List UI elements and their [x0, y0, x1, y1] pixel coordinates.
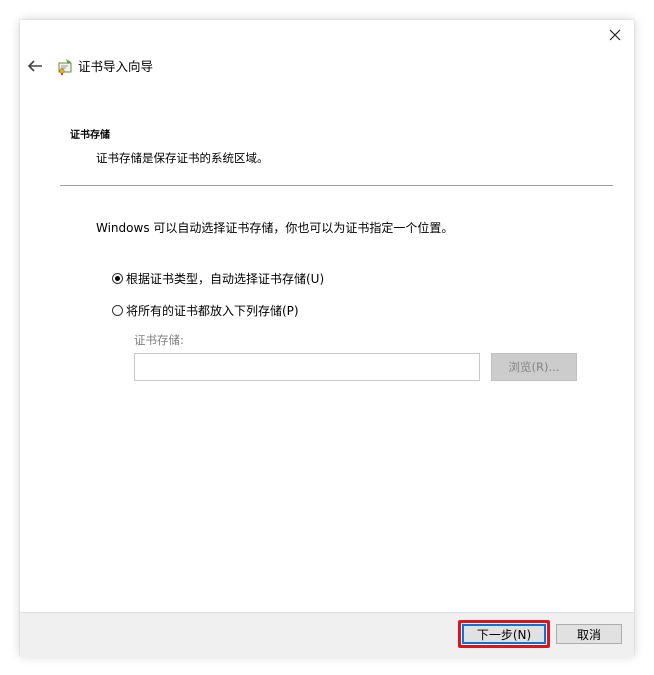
section-description: 证书存储是保存证书的系统区域。: [96, 151, 269, 165]
cancel-button[interactable]: 取消: [556, 624, 622, 644]
back-arrow-icon: [27, 60, 42, 72]
close-icon: [609, 29, 621, 41]
radio-selected-icon[interactable]: [112, 273, 123, 284]
radio-auto-label[interactable]: 根据证书类型，自动选择证书存储(U): [126, 270, 324, 287]
radio-place-in-store[interactable]: 将所有的证书都放入下列存储(P): [112, 302, 299, 319]
radio-manual-label[interactable]: 将所有的证书都放入下列存储(P): [126, 302, 299, 319]
header-divider: [60, 185, 613, 186]
section-title: 证书存储: [70, 130, 110, 141]
certificate-store-field: [134, 353, 480, 381]
wizard-title: 证书导入向导: [78, 59, 154, 74]
radio-auto-select-store[interactable]: 根据证书类型，自动选择证书存储(U): [112, 270, 324, 287]
radio-unselected-icon[interactable]: [112, 305, 123, 316]
back-button[interactable]: [26, 58, 44, 74]
next-button[interactable]: 下一步(N): [462, 624, 546, 644]
browse-button: 浏览(R)...: [491, 353, 577, 381]
close-button[interactable]: [604, 24, 626, 46]
certificate-icon: [58, 59, 72, 76]
intro-text: Windows 可以自动选择证书存储，你也可以为证书指定一个位置。: [96, 221, 454, 235]
certificate-import-wizard-window: 证书导入向导 证书存储 证书存储是保存证书的系统区域。 Windows 可以自动…: [20, 20, 634, 657]
certificate-store-label: 证书存储:: [134, 333, 184, 347]
